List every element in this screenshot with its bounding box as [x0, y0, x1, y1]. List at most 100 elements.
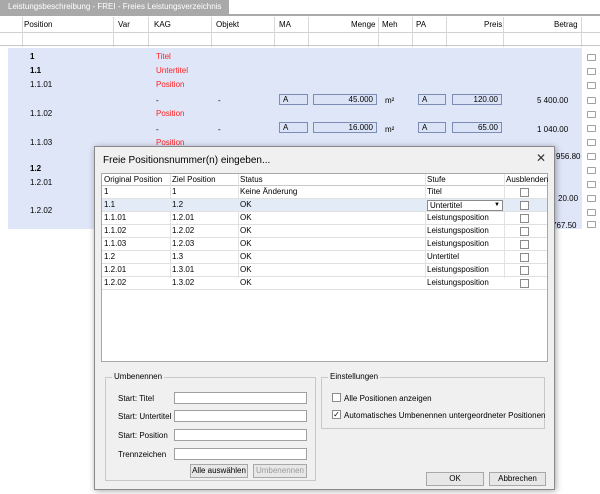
grid-row[interactable]: 1.2 1.3 OK Untertitel: [102, 251, 547, 264]
filter-row[interactable]: [0, 33, 600, 46]
row-position[interactable]: 1.2.02: [30, 206, 52, 215]
row-menge-field[interactable]: 16.000: [313, 122, 377, 133]
row-position[interactable]: 1.2.01: [30, 178, 52, 187]
row-position[interactable]: 1: [30, 52, 34, 61]
row-ma-field[interactable]: A: [279, 94, 308, 105]
grid-ziel[interactable]: 1: [170, 186, 176, 199]
grid-stufe[interactable]: Leistungsposition: [425, 264, 489, 277]
chevron-down-icon[interactable]: ▼: [494, 201, 500, 210]
ok-button[interactable]: OK: [426, 472, 484, 486]
comment-icon[interactable]: [587, 139, 596, 146]
grid-header-ausblenden[interactable]: Ausblenden: [504, 174, 548, 186]
col-betrag[interactable]: Betrag: [554, 20, 578, 29]
alle-auswaehlen-button[interactable]: Alle auswählen: [190, 464, 248, 478]
grid-row[interactable]: 1.2.01 1.3.01 OK Leistungsposition: [102, 264, 547, 277]
grid-ziel[interactable]: 1.2.01: [170, 212, 194, 225]
comment-icon[interactable]: [587, 111, 596, 118]
start-position-input[interactable]: [174, 429, 307, 441]
col-position[interactable]: Position: [24, 20, 52, 29]
grid-ziel[interactable]: 1.2.03: [170, 238, 194, 251]
grid-row[interactable]: 1.1.02 1.2.02 OK Leistungsposition: [102, 225, 547, 238]
start-titel-input[interactable]: [174, 392, 307, 404]
grid-stufe[interactable]: Leistungsposition: [425, 225, 489, 238]
ausblenden-checkbox[interactable]: [520, 240, 529, 249]
start-untertitel-input[interactable]: [174, 410, 307, 422]
ausblenden-checkbox[interactable]: [520, 266, 529, 275]
grid-ziel[interactable]: 1.2: [170, 199, 183, 212]
comment-icon[interactable]: [587, 221, 596, 228]
comment-icon[interactable]: [587, 167, 596, 174]
grid-stufe[interactable]: Leistungsposition: [425, 277, 489, 290]
grid-row[interactable]: 1.2.02 1.3.02 OK Leistungsposition: [102, 277, 547, 290]
row-objekt-value[interactable]: -: [218, 96, 221, 105]
comment-icon[interactable]: [587, 181, 596, 188]
row-position[interactable]: 1.1.02: [30, 109, 52, 118]
row-pa-field[interactable]: A: [418, 94, 446, 105]
ausblenden-checkbox[interactable]: [520, 214, 529, 223]
row-kag[interactable]: Position: [156, 80, 184, 89]
row-pa-field[interactable]: A: [418, 122, 446, 133]
trennzeichen-input[interactable]: [174, 448, 307, 460]
grid-row[interactable]: 1.1.01 1.2.01 OK Leistungsposition: [102, 212, 547, 225]
row-kag[interactable]: Position: [156, 109, 184, 118]
grid-header-stufe[interactable]: Stufe: [425, 174, 504, 186]
stufe-dropdown[interactable]: Untertitel ▼: [427, 200, 503, 211]
grid-ziel[interactable]: 1.3.02: [170, 277, 194, 290]
comment-icon[interactable]: [587, 153, 596, 160]
grid-row[interactable]: 1.1.03 1.2.03 OK Leistungsposition: [102, 238, 547, 251]
grid-header-status[interactable]: Status: [238, 174, 425, 186]
grid-row[interactable]: 1 1 Keine Änderung Titel: [102, 186, 547, 199]
col-menge[interactable]: Menge: [351, 20, 375, 29]
comment-icon[interactable]: [587, 68, 596, 75]
grid-header-ziel[interactable]: Ziel Position: [170, 174, 238, 186]
comment-icon[interactable]: [587, 54, 596, 61]
grid-stufe[interactable]: Leistungsposition: [425, 238, 489, 251]
col-ma[interactable]: MA: [279, 20, 291, 29]
comment-icon[interactable]: [587, 125, 596, 132]
row-menge-field[interactable]: 45.000: [313, 94, 377, 105]
alle-positionen-checkbox[interactable]: [332, 393, 341, 402]
col-kag[interactable]: KAG: [154, 20, 171, 29]
abbrechen-button[interactable]: Abbrechen: [489, 472, 546, 486]
grid-stufe[interactable]: Leistungsposition: [425, 212, 489, 225]
col-preis[interactable]: Preis: [484, 20, 502, 29]
row-objekt-value[interactable]: -: [218, 125, 221, 134]
row-position[interactable]: 1.2: [30, 164, 41, 173]
close-icon[interactable]: ✕: [536, 151, 546, 165]
row-position[interactable]: 1.1.03: [30, 138, 52, 147]
comment-icon[interactable]: [587, 97, 596, 104]
row-kag[interactable]: Titel: [156, 52, 171, 61]
row-kag-value[interactable]: -: [156, 125, 159, 134]
ausblenden-checkbox[interactable]: [520, 201, 529, 210]
row-kag[interactable]: Untertitel: [156, 66, 188, 75]
ausblenden-checkbox[interactable]: [520, 253, 529, 262]
row-kag-value[interactable]: -: [156, 96, 159, 105]
comment-icon[interactable]: [587, 82, 596, 89]
comment-icon[interactable]: [587, 195, 596, 202]
document-tab[interactable]: Leistungsbeschreibung - FREI - Freies Le…: [0, 0, 230, 14]
col-meh[interactable]: Meh: [382, 20, 398, 29]
col-var[interactable]: Var: [118, 20, 130, 29]
comment-icon[interactable]: [587, 209, 596, 216]
auto-umbenennen-checkbox[interactable]: ✓: [332, 410, 341, 419]
umbenennen-button[interactable]: Umbenennen: [253, 464, 307, 478]
grid-stufe[interactable]: Untertitel: [425, 251, 459, 264]
grid-stufe[interactable]: Titel: [425, 186, 442, 199]
ausblenden-checkbox[interactable]: [520, 227, 529, 236]
auto-umbenennen-label[interactable]: Automatisches Umbenennen untergeordneter…: [344, 411, 545, 420]
ausblenden-checkbox[interactable]: [520, 279, 529, 288]
row-position[interactable]: 1.1: [30, 66, 41, 75]
grid-row[interactable]: 1.1 1.2 OK Untertitel ▼: [102, 199, 547, 212]
col-pa[interactable]: PA: [416, 20, 426, 29]
row-meh[interactable]: m²: [385, 96, 394, 105]
ausblenden-checkbox[interactable]: [520, 188, 529, 197]
row-position[interactable]: 1.1.01: [30, 80, 52, 89]
grid-ziel[interactable]: 1.2.02: [170, 225, 194, 238]
row-meh[interactable]: m²: [385, 125, 394, 134]
row-preis-field[interactable]: 65.00: [452, 122, 502, 133]
row-ma-field[interactable]: A: [279, 122, 308, 133]
row-preis-field[interactable]: 120.00: [452, 94, 502, 105]
alle-positionen-label[interactable]: Alle Positionen anzeigen: [344, 394, 432, 403]
col-objekt[interactable]: Objekt: [216, 20, 239, 29]
grid-header-orig[interactable]: Original Position: [102, 174, 170, 186]
